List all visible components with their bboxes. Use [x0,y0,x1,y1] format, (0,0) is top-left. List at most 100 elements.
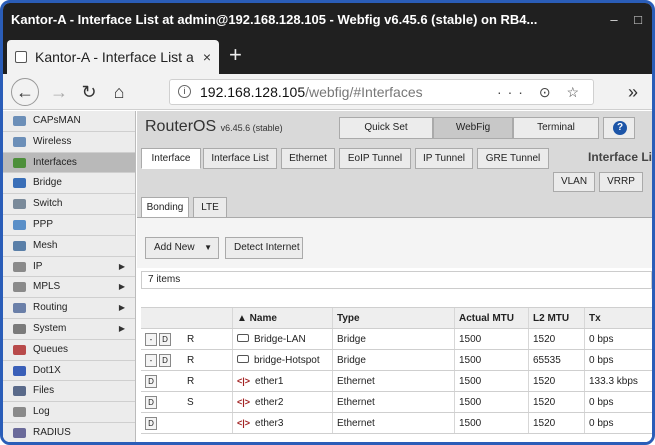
webfig-button[interactable]: WebFig [433,117,513,139]
forward-button[interactable]: → [47,80,71,104]
item-count: 7 items [141,271,652,289]
tab-interface-list[interactable]: Interface List [203,148,277,169]
sidebar-item-mesh[interactable]: Mesh [3,235,135,257]
sidebar-item-log[interactable]: Log [3,402,135,423]
app-frame: Kantor-A - Interface List at admin@192.1… [0,0,655,445]
sidebar-item-queues[interactable]: Queues [3,339,135,361]
expand-arrow-icon: ▶ [118,282,125,292]
name-cell[interactable]: <|> ether3 [233,413,333,433]
tab-gre-tunnel[interactable]: GRE Tunnel [477,148,549,169]
disable-button[interactable]: D [159,333,171,346]
url-actions[interactable]: ··· ⊙ ☆ [497,80,585,104]
mpls-icon [13,282,26,293]
tab-lte[interactable]: LTE [193,197,227,218]
section-tabs-row3: Bonding LTE [137,196,652,218]
sidebar-item-ip[interactable]: IP ▶ [3,256,135,278]
tab-interface[interactable]: Interface [141,148,201,169]
sidebar-item-wireless[interactable]: Wireless [3,131,135,153]
interfaces-icon [13,157,26,168]
disable-button[interactable]: D [145,417,157,430]
minimize-icon[interactable]: – [603,3,625,36]
sidebar-item-system[interactable]: System ▶ [3,318,135,340]
type-cell: Ethernet [333,413,455,433]
switch-icon [13,199,26,210]
remove-button[interactable]: - [145,333,157,346]
row-actions: -D [141,329,181,349]
col-l2-mtu-header[interactable]: L2 MTU [529,308,585,328]
tab-vrrp[interactable]: VRRP [599,172,643,192]
sidebar-item-routing[interactable]: Routing ▶ [3,298,135,319]
sidebar-item-mpls[interactable]: MPLS ▶ [3,277,135,299]
site-info-icon[interactable]: i [178,85,191,98]
terminal-button[interactable]: Terminal [513,117,599,139]
disable-button[interactable]: D [145,396,157,409]
name-cell[interactable]: Bridge-LAN [233,329,333,349]
sidebar-item-dot1x[interactable]: Dot1X [3,360,135,382]
name-cell[interactable]: bridge-Hotspot [233,350,333,370]
help-button[interactable]: ? [603,117,635,139]
sidebar-item-ppp[interactable]: PPP [3,214,135,236]
sidebar-item-bridge[interactable]: Bridge [3,173,135,195]
sidebar-item-label: Switch [33,198,63,210]
col-actions-header [141,308,181,328]
reload-button[interactable]: ↻ [77,80,101,104]
restore-icon[interactable]: □ [627,3,649,36]
capsman-icon [13,116,26,126]
overflow-menu-icon[interactable]: » [621,80,645,104]
home-button[interactable]: ⌂ [107,80,131,104]
sidebar-item-switch[interactable]: Switch [3,194,135,215]
table-row[interactable]: D R <|> ether1 Ethernet 1500 1520 133.3 kbps [141,371,652,392]
disable-button[interactable]: D [145,375,157,388]
sidebar-item-label: Wireless [33,135,72,147]
name-cell[interactable]: <|> ether1 [233,371,333,391]
add-new-label: Add New [154,242,195,253]
sidebar-item-label: IP [33,260,43,272]
name-cell[interactable]: <|> ether2 [233,392,333,412]
sidebar: CAPsMAN Wireless Interfaces Bridge Switch PPP… [3,111,136,442]
expand-arrow-icon: ▶ [118,261,125,271]
product-name: RouterOS [145,118,217,135]
routing-icon [13,303,26,314]
help-icon: ? [613,121,627,135]
browser-tab-title: Kantor-A - Interface List a [35,49,194,65]
disable-button[interactable]: D [159,354,171,367]
sidebar-item-radius[interactable]: RADIUS [3,422,135,442]
radius-icon [13,427,26,438]
browser-tab[interactable]: Kantor-A - Interface List a × [7,40,219,74]
log-icon [13,407,26,418]
close-tab-icon[interactable]: × [203,40,211,74]
table-row[interactable]: D <|> ether3 Ethernet 1500 1520 0 bps [141,413,652,434]
table-row[interactable]: - D R Bridge-LAN Bridge 1500 1520 0 bps [141,329,652,350]
product-version: v6.45.6 (stable) [220,123,283,133]
l2-mtu-cell: 65535 [529,350,585,370]
table-row[interactable]: D S <|> ether2 Ethernet 1500 1520 0 bps [141,392,652,413]
remove-button[interactable]: - [145,354,157,367]
sidebar-item-label: Queues [33,343,69,355]
quick-set-button[interactable]: Quick Set [339,117,433,139]
table-row[interactable]: - D Rbridge-Hotspot Bridge 1500 65535 0 bps [141,350,652,371]
col-tx-header[interactable]: Tx [585,308,652,328]
url-bar[interactable]: i 192.168.128.105/webfig/#Interfaces ···… [169,79,594,105]
tab-eoip-tunnel[interactable]: EoIP Tunnel [339,148,411,169]
interface-table: ▲ Name Type Actual MTU L2 MTU Tx - D R Brid… [141,307,652,434]
tab-bonding[interactable]: Bonding [141,197,189,218]
l2-mtu-cell: 1520 [529,392,585,412]
sidebar-item-files[interactable]: Files [3,381,135,403]
detect-internet-button[interactable]: Detect Internet [225,237,303,259]
sidebar-item-capsman[interactable]: CAPsMAN [3,111,135,132]
add-new-button[interactable]: Add New ▼ [145,237,219,259]
system-icon [13,323,26,334]
col-type-header[interactable]: Type [333,308,455,328]
queues-icon [13,344,26,355]
tab-ip-tunnel[interactable]: IP Tunnel [415,148,473,169]
bridge-icon [13,178,26,189]
tab-vlan[interactable]: VLAN [553,172,595,192]
sidebar-item-interfaces[interactable]: Interfaces [3,152,135,174]
tab-ethernet[interactable]: Ethernet [281,148,335,169]
main-panel: RouterOS v6.45.6 (stable) Quick Set WebF… [137,111,652,442]
l2-mtu-cell: 1520 [529,329,585,349]
new-tab-button[interactable]: + [229,40,242,70]
back-button[interactable]: ← [11,78,39,106]
col-actual-mtu-header[interactable]: Actual MTU [455,308,529,328]
col-name-header[interactable]: ▲ Name [233,308,333,328]
